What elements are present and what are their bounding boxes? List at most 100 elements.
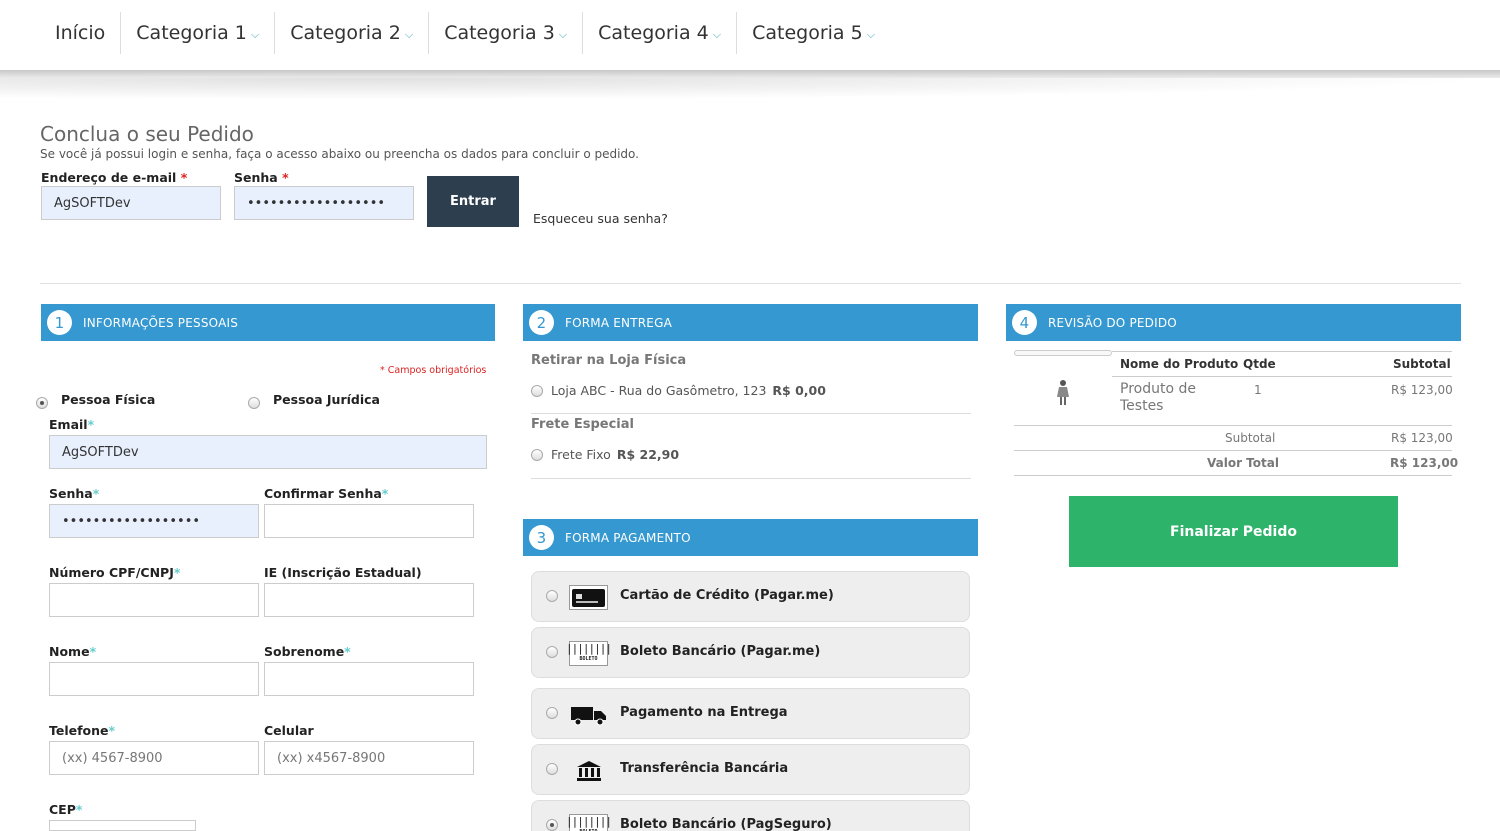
nav-item-categoria-2[interactable]: Categoria 2 ⌵ — [274, 12, 428, 54]
review-divider — [1112, 351, 1452, 352]
review-header: 4 REVISÃO DO PEDIDO — [1006, 304, 1461, 341]
review-total-value: R$ 123,00 — [1390, 456, 1459, 470]
pessoa-juridica-radio[interactable] — [248, 397, 260, 409]
step-number: 2 — [529, 310, 554, 335]
confirmar-senha-label: Confirmar Senha* — [264, 486, 389, 501]
delivery-store-radio[interactable] — [531, 385, 543, 397]
delivery-divider — [531, 478, 971, 479]
section-title: INFORMAÇÕES PESSOAIS — [83, 315, 239, 330]
nav-item-categoria-1[interactable]: Categoria 1 ⌵ — [120, 12, 274, 54]
cep-label: CEP* — [49, 802, 83, 817]
required-fields-note: * Campos obrigatórios — [380, 365, 487, 376]
ie-label: IE (Inscrição Estadual) — [264, 565, 422, 580]
boleto-icon: ||||||||BOLETO — [566, 814, 612, 831]
chevron-down-icon: ⌵ — [404, 28, 414, 41]
payment-radio[interactable] — [546, 819, 558, 831]
telefone-field[interactable] — [49, 741, 259, 775]
delivery-group-title: Retirar na Loja Física — [531, 353, 687, 368]
product-thumbnail[interactable] — [1054, 378, 1072, 406]
payment-label: Boleto Bancário (Pagar.me) — [620, 644, 821, 659]
celular-field[interactable] — [264, 741, 474, 775]
review-divider — [1014, 450, 1452, 451]
top-nav: Início Categoria 1 ⌵ Categoria 2 ⌵ Categor… — [0, 0, 1500, 70]
cpf-field[interactable] — [49, 583, 259, 617]
payment-option-boleto-pagarme[interactable]: |||||||| BOLETO Boleto Bancário (Pagar.me… — [531, 627, 970, 678]
review-table-handle — [1014, 350, 1112, 356]
review-col-qty: Qtde — [1243, 357, 1276, 371]
payment-radio[interactable] — [546, 590, 558, 602]
nav-menu: Início Categoria 1 ⌵ Categoria 2 ⌵ Categor… — [40, 12, 890, 54]
review-divider — [1014, 425, 1452, 426]
section-title: FORMA ENTREGA — [565, 315, 672, 330]
delivery-fixed-option[interactable]: Frete Fixo R$ 22,90 — [551, 447, 679, 462]
payment-label: Pagamento na Entrega — [620, 705, 788, 720]
section-title: REVISÃO DO PEDIDO — [1048, 315, 1177, 330]
delivery-header: 2 FORMA ENTREGA — [523, 304, 978, 341]
cep-field[interactable] — [49, 820, 196, 831]
review-product-name[interactable]: Produto de Testes — [1120, 381, 1230, 415]
bank-icon — [569, 758, 608, 783]
finalize-order-button[interactable]: Finalizar Pedido — [1069, 496, 1398, 567]
pessoa-fisica-radio[interactable] — [36, 397, 48, 409]
step-number: 3 — [529, 525, 554, 550]
delivery-divider — [531, 413, 971, 414]
review-product-subtotal: R$ 123,00 — [1391, 383, 1453, 397]
login-email-input[interactable] — [41, 186, 221, 220]
email-field[interactable] — [49, 435, 487, 469]
truck-icon — [569, 702, 608, 727]
ie-field[interactable] — [264, 583, 474, 617]
forgot-password-link[interactable]: Esqueceu sua senha? — [533, 211, 668, 226]
review-subtotal-label: Subtotal — [1225, 431, 1276, 445]
nome-field[interactable] — [49, 662, 259, 696]
payment-option-boleto-pagseguro[interactable]: ||||||||BOLETO Boleto Bancário (PagSegur… — [531, 800, 970, 831]
review-product-qty: 1 — [1254, 383, 1262, 397]
review-subtotal-value: R$ 123,00 — [1391, 431, 1453, 445]
payment-radio[interactable] — [546, 707, 558, 719]
login-password-input[interactable] — [234, 186, 414, 220]
pessoa-juridica-label: Pessoa Jurídica — [273, 392, 380, 407]
nav-shadow — [0, 78, 1500, 100]
sobrenome-field[interactable] — [264, 662, 474, 696]
page-title: Conclua o seu Pedido — [40, 122, 254, 146]
nome-label: Nome* — [49, 644, 97, 659]
payment-option-credit-card[interactable]: Cartão de Crédito (Pagar.me) — [531, 571, 970, 622]
login-submit-button[interactable]: Entrar — [427, 176, 519, 227]
payment-option-transfer[interactable]: Transferência Bancária — [531, 744, 970, 795]
personal-info-header: 1 INFORMAÇÕES PESSOAIS — [41, 304, 495, 341]
cpf-label: Número CPF/CNPJ* — [49, 565, 181, 580]
payment-option-delivery[interactable]: Pagamento na Entrega — [531, 688, 970, 739]
payment-label: Cartão de Crédito (Pagar.me) — [620, 588, 834, 603]
step-number: 4 — [1012, 310, 1037, 335]
senha-field[interactable] — [49, 504, 259, 538]
confirmar-senha-field[interactable] — [264, 504, 474, 538]
chevron-down-icon: ⌵ — [250, 28, 260, 41]
login-password-label: Senha * — [234, 170, 289, 185]
payment-radio[interactable] — [546, 646, 558, 658]
chevron-down-icon: ⌵ — [558, 28, 568, 41]
payment-header: 3 FORMA PAGAMENTO — [523, 519, 978, 556]
sobrenome-label: Sobrenome* — [264, 644, 351, 659]
page-subtitle: Se você já possui login e senha, faça o … — [40, 147, 639, 161]
chevron-down-icon: ⌵ — [712, 28, 722, 41]
pessoa-fisica-label: Pessoa Física — [61, 392, 156, 407]
nav-divider — [0, 70, 1500, 78]
nav-item-categoria-4[interactable]: Categoria 4 ⌵ — [582, 12, 736, 54]
delivery-fixed-radio[interactable] — [531, 449, 543, 461]
telefone-label: Telefone* — [49, 723, 116, 738]
payment-label: Boleto Bancário (PagSeguro) — [620, 817, 832, 831]
review-total-label: Valor Total — [1207, 456, 1279, 470]
payment-label: Transferência Bancária — [620, 761, 789, 776]
delivery-store-option[interactable]: Loja ABC - Rua do Gasômetro, 123 R$ 0,00 — [551, 383, 826, 398]
section-divider — [40, 283, 1461, 284]
boleto-icon: ||||||||BOLETO — [566, 641, 612, 666]
nav-item-categoria-3[interactable]: Categoria 3 ⌵ — [428, 12, 582, 54]
review-divider — [1014, 475, 1452, 476]
chevron-down-icon: ⌵ — [866, 28, 876, 41]
review-divider — [1112, 376, 1452, 377]
nav-item-categoria-5[interactable]: Categoria 5 ⌵ — [736, 12, 890, 54]
nav-item-inicio[interactable]: Início — [40, 12, 120, 54]
payment-radio[interactable] — [546, 763, 558, 775]
celular-label: Celular — [264, 723, 314, 738]
step-number: 1 — [47, 310, 72, 335]
delivery-price: R$ 0,00 — [772, 383, 826, 398]
